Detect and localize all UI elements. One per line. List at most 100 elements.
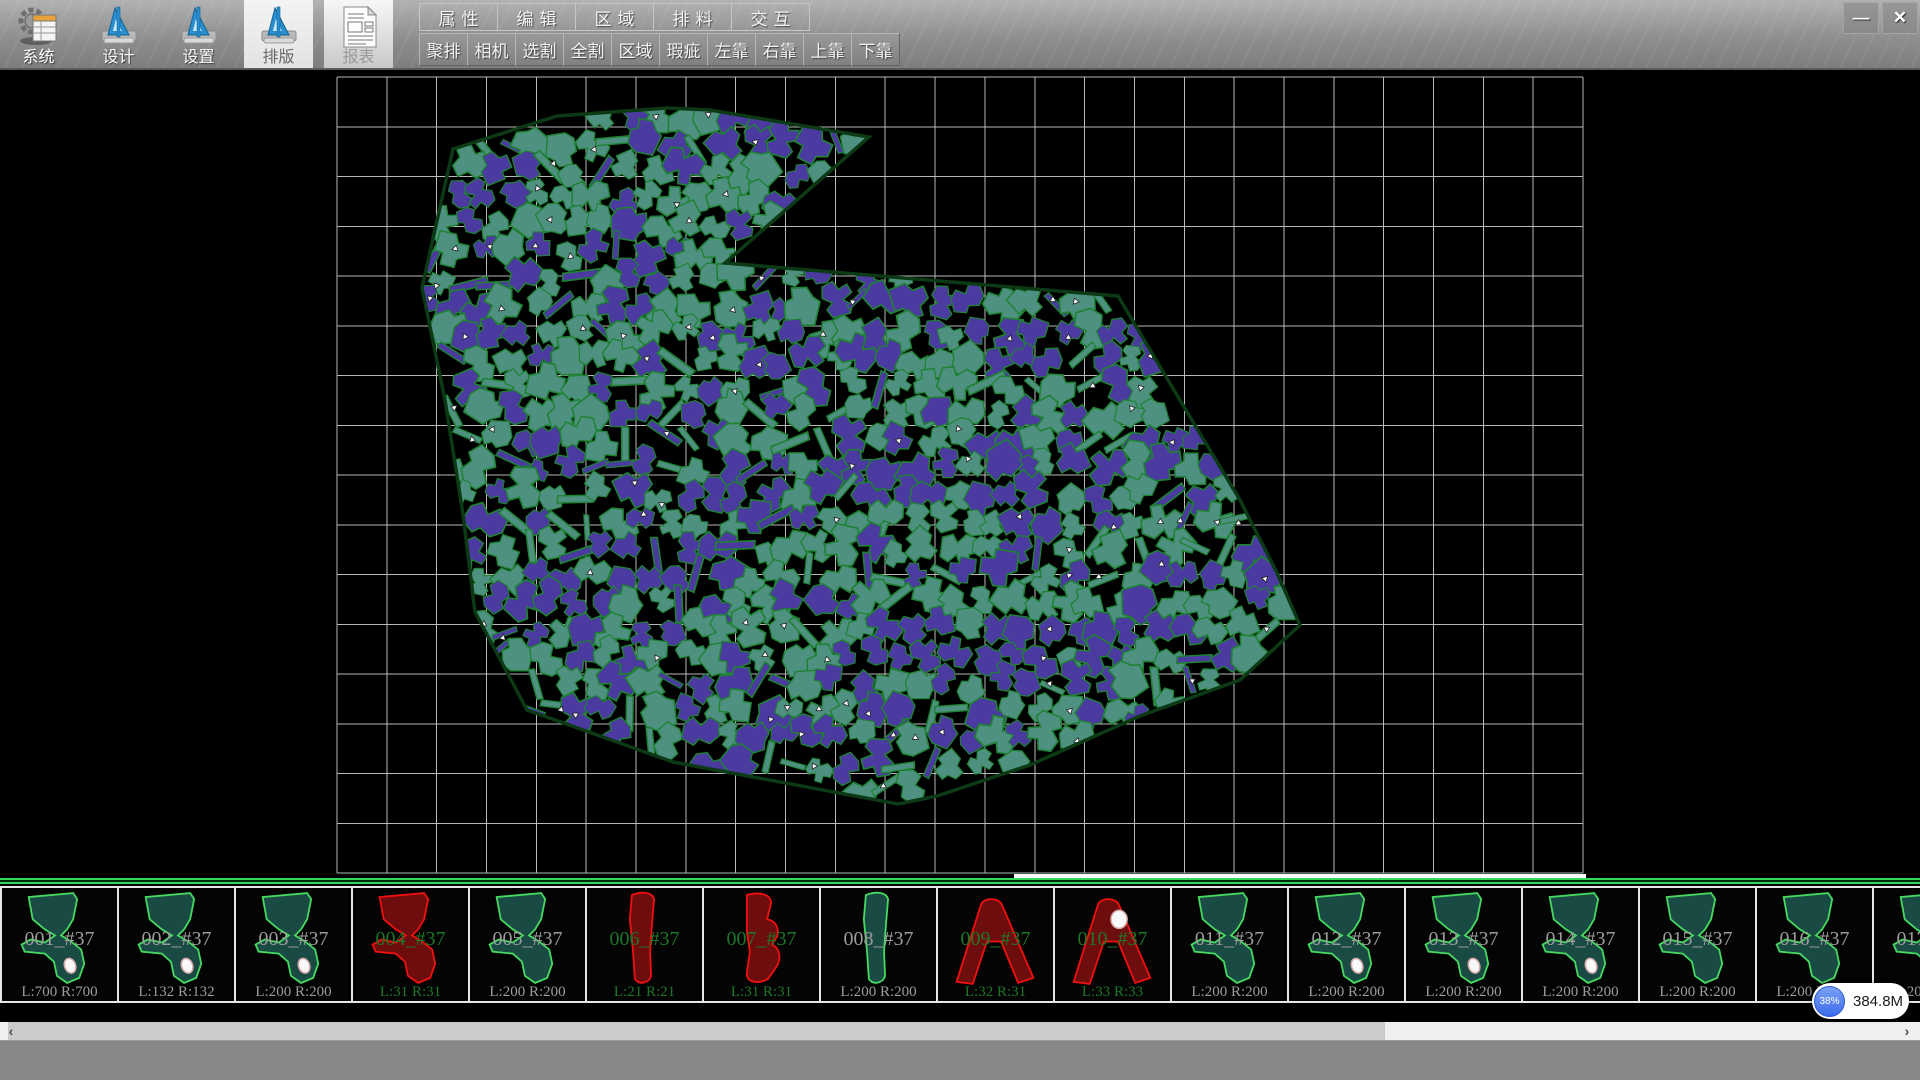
tool-button-snap-bottom[interactable]: 下靠 <box>851 33 900 66</box>
tab-properties[interactable]: 属性 <box>419 3 498 31</box>
icon-button-report[interactable]: 报表 <box>324 0 393 68</box>
tool-button-snap-top[interactable]: 上靠 <box>803 33 852 66</box>
piece-lr-count: L:200 R:200 <box>1172 984 1287 1001</box>
chevron-right-icon: › <box>1905 1023 1910 1039</box>
chevron-left-icon: ‹ <box>9 1023 14 1039</box>
tab-nesting[interactable]: 排料 <box>653 3 732 31</box>
icon-button-label: 设置 <box>182 49 214 67</box>
piece-name: 002_#37 <box>119 928 234 951</box>
tool-button-region[interactable]: 区域 <box>611 33 660 66</box>
piece-cell-011_#37[interactable]: 011_#37 L:200 R:200 <box>1170 886 1289 1003</box>
close-icon: ✕ <box>1893 8 1907 28</box>
main-icon-strip: 系统 设计 设置 排版报表 <box>4 0 393 68</box>
memory-badge: 38% 384.8M <box>1812 983 1909 1019</box>
piece-cell-012_#37[interactable]: 012_#37 L:200 R:200 <box>1287 886 1406 1003</box>
close-button[interactable]: ✕ <box>1882 2 1918 34</box>
scrollbar-thumb[interactable] <box>8 1022 1385 1040</box>
scroll-left-button[interactable]: ‹ <box>2 1022 20 1040</box>
piece-name: 009_#37 <box>938 928 1053 951</box>
piece-cell-015_#37[interactable]: 015_#37 L:200 R:200 <box>1638 886 1757 1003</box>
piece-cell-005_#37[interactable]: 005_#37 L:200 R:200 <box>468 886 587 1003</box>
piece-name: 001_#37 <box>2 928 117 951</box>
piece-cell-004_#37[interactable]: 004_#37 L:31 R:31 <box>351 886 470 1003</box>
piece-name: 006_#37 <box>587 928 702 951</box>
piece-name: 005_#37 <box>470 928 585 951</box>
tab-interact[interactable]: 交互 <box>731 3 810 31</box>
tool-button-snap-right[interactable]: 右靠 <box>755 33 804 66</box>
icon-button-label: 系统 <box>22 49 54 67</box>
piece-cell-008_#37[interactable]: 008_#37L:200 R:200 <box>819 886 938 1003</box>
piece-lr-count: L:21 R:21 <box>587 984 702 1001</box>
piece-lr-count: L:700 R:700 <box>2 984 117 1001</box>
piece-thumbnail-strip: 001_#37L:700 R:700002_#37L:132 R:132003_… <box>0 886 1920 1003</box>
piece-lr-count: L:33 R:33 <box>1055 984 1170 1001</box>
piece-name: 013_#37 <box>1406 928 1521 951</box>
piece-name: 015_#37 <box>1640 928 1755 951</box>
piece-lr-count: L:31 R:31 <box>353 984 468 1001</box>
piece-lr-count: L:132 R:132 <box>119 984 234 1001</box>
icon-button-settings[interactable]: 设置 <box>164 0 233 68</box>
application-window: 系统设计设置排版报表 属性编辑区域排料交互 聚排相机选割全割区域瑕疵左靠右靠上靠… <box>0 0 1920 1080</box>
tool-button-select-cut[interactable]: 选割 <box>515 33 564 66</box>
set-square-icon <box>256 5 302 49</box>
scroll-right-button[interactable]: › <box>1898 1022 1916 1040</box>
piece-cell-010_#37[interactable]: 010_#37 L:33 R:33 <box>1053 886 1172 1003</box>
nesting-canvas[interactable] <box>0 70 1920 875</box>
piece-lr-count: L:200 R:200 <box>236 984 351 1001</box>
piece-name: 016_#37 <box>1757 928 1872 951</box>
tool-button-camera[interactable]: 相机 <box>467 33 516 66</box>
icon-button-design[interactable]: 设计 <box>84 0 153 68</box>
report-doc-icon <box>336 5 382 49</box>
status-bar <box>0 1040 1920 1080</box>
tab-edit[interactable]: 编辑 <box>497 3 576 31</box>
piece-name: 014_#37 <box>1523 928 1638 951</box>
piece-lr-count: L:31 R:31 <box>704 984 819 1001</box>
canvas-hscrollbar-thumb[interactable] <box>1014 874 1586 878</box>
piece-name: 017_#37 <box>1874 928 1920 951</box>
piece-cell-001_#37[interactable]: 001_#37 L:700 R:700 <box>0 886 119 1003</box>
horizontal-scrollbar: ‹ › <box>0 1022 1920 1040</box>
window-controls: — ✕ <box>1843 2 1918 34</box>
menu-tab-row: 属性编辑区域排料交互 <box>420 3 810 31</box>
piece-cell-003_#37[interactable]: 003_#37 L:200 R:200 <box>234 886 353 1003</box>
piece-lr-count: L:200 R:200 <box>470 984 585 1001</box>
piece-name: 007_#37 <box>704 928 819 951</box>
piece-lr-count: L:32 R:31 <box>938 984 1053 1001</box>
icon-button-system[interactable]: 系统 <box>4 0 73 68</box>
piece-cell-009_#37[interactable]: 009_#37 L:32 R:31 <box>936 886 1055 1003</box>
piece-cell-002_#37[interactable]: 002_#37 L:132 R:132 <box>117 886 236 1003</box>
ribbon-toolbar: 系统设计设置排版报表 属性编辑区域排料交互 聚排相机选割全割区域瑕疵左靠右靠上靠… <box>0 0 1920 70</box>
tool-button-snap-left[interactable]: 左靠 <box>707 33 756 66</box>
piece-name: 008_#37 <box>821 928 936 951</box>
piece-name: 003_#37 <box>236 928 351 951</box>
nested-pieces <box>416 89 1302 823</box>
set-square-icon <box>176 5 222 49</box>
progress-circle: 38% <box>1814 986 1845 1017</box>
minimize-button[interactable]: — <box>1843 2 1879 34</box>
tab-region[interactable]: 区域 <box>575 3 654 31</box>
piece-name: 010_#37 <box>1055 928 1170 951</box>
piece-name: 011_#37 <box>1172 928 1287 951</box>
nesting-svg <box>0 70 1920 875</box>
progress-percent: 38% <box>1819 996 1839 1007</box>
piece-lr-count: L:200 R:200 <box>1523 984 1638 1001</box>
piece-cell-014_#37[interactable]: 014_#37 L:200 R:200 <box>1521 886 1640 1003</box>
piece-cell-007_#37[interactable]: 007_#37 L:31 R:31 <box>702 886 821 1003</box>
piece-lr-count: L:200 R:200 <box>1406 984 1521 1001</box>
punch-hole <box>1111 910 1127 928</box>
piece-name: 004_#37 <box>353 928 468 951</box>
piece-cell-006_#37[interactable]: 006_#37 L:21 R:21 <box>585 886 704 1003</box>
icon-button-layout[interactable]: 排版 <box>244 0 313 68</box>
green-divider-lines <box>0 878 1920 885</box>
piece-cell-013_#37[interactable]: 013_#37 L:200 R:200 <box>1404 886 1523 1003</box>
piece-lr-count: L:200 R:200 <box>1640 984 1755 1001</box>
minimize-icon: — <box>1853 8 1870 28</box>
piece-name: 012_#37 <box>1289 928 1404 951</box>
tool-button-cluster-nest[interactable]: 聚排 <box>419 33 468 66</box>
tool-button-cut-all[interactable]: 全割 <box>563 33 612 66</box>
piece-lr-count: L:200 R:200 <box>1289 984 1404 1001</box>
tool-button-row: 聚排相机选割全割区域瑕疵左靠右靠上靠下靠 <box>420 33 900 66</box>
memory-text: 384.8M <box>1853 993 1903 1010</box>
icon-button-label: 设计 <box>102 49 134 67</box>
tool-button-defect[interactable]: 瑕疵 <box>659 33 708 66</box>
